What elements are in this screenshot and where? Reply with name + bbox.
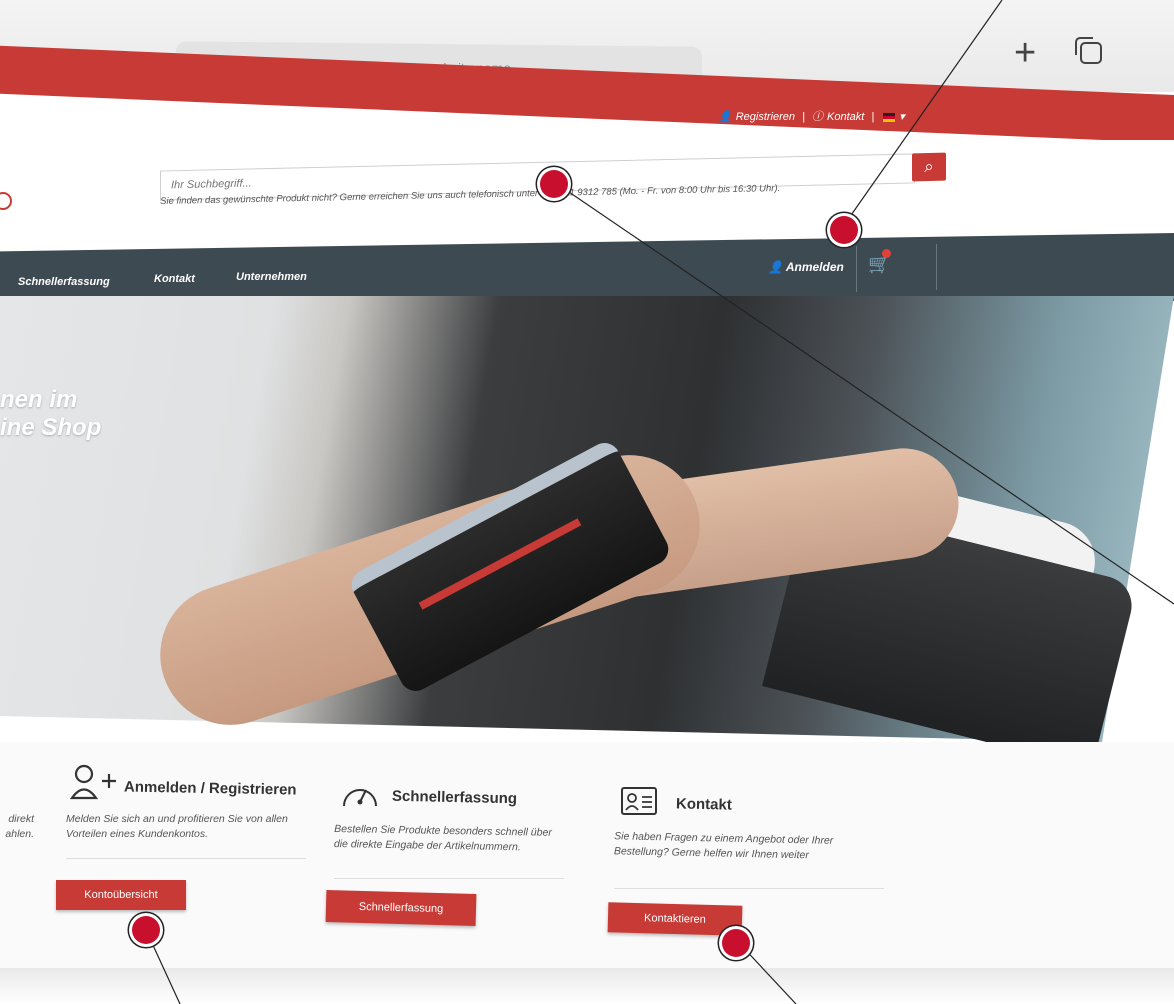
callout-marker	[132, 916, 160, 944]
callout-marker	[722, 929, 750, 957]
callout-marker	[830, 216, 858, 244]
callout-lines	[145, 0, 1174, 1004]
callout-marker	[540, 170, 568, 198]
